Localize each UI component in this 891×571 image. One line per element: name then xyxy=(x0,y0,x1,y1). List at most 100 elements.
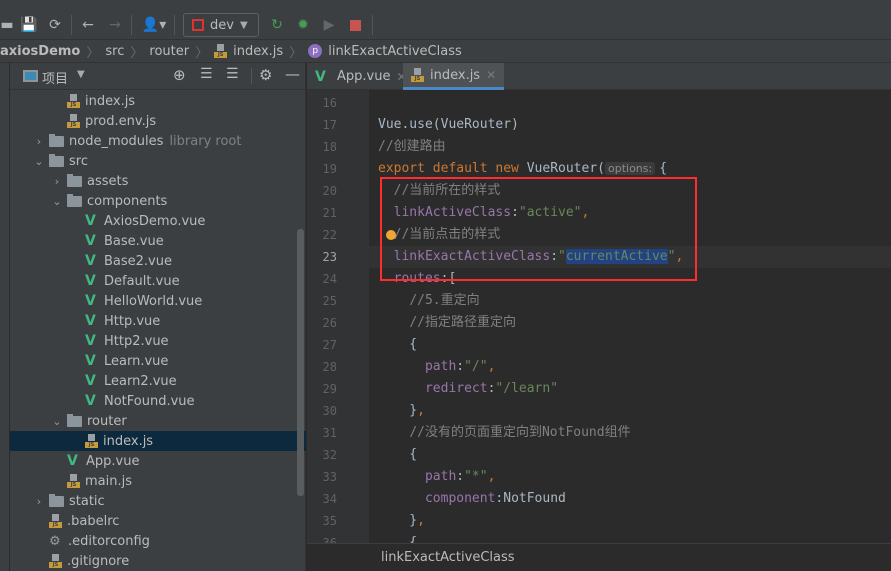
editor-breadcrumb-item[interactable]: linkExactActiveClass xyxy=(381,550,515,565)
chevron-right-icon[interactable]: › xyxy=(32,495,46,508)
property-icon: p xyxy=(308,44,323,58)
chevron-down-icon[interactable]: ⌄ xyxy=(50,195,64,208)
chevron-down-icon[interactable]: ⌄ xyxy=(50,415,64,428)
tree-item-label: HelloWorld.vue xyxy=(104,293,203,309)
tree-item[interactable]: V Base2.vue xyxy=(10,251,306,271)
tree-item[interactable]: main.js xyxy=(10,471,306,491)
js-file-icon xyxy=(214,44,228,58)
line-number: 17 xyxy=(322,118,337,132)
tree-item[interactable]: .babelrc xyxy=(10,511,306,531)
code-token: { xyxy=(378,535,418,543)
coverage-icon[interactable]: ▶ xyxy=(320,15,338,35)
chevron-down-icon[interactable]: ⌄ xyxy=(32,155,46,168)
tree-item[interactable]: index.js xyxy=(10,91,306,111)
code-line: }, xyxy=(378,400,425,422)
folder-icon xyxy=(67,173,82,187)
parameter-hint: options: xyxy=(605,162,656,175)
open-folder-icon[interactable]: ▬ xyxy=(0,15,14,35)
vue-file-icon: V xyxy=(85,373,96,389)
tree-item[interactable]: V Base.vue xyxy=(10,231,306,251)
user-dropdown-icon[interactable]: 👤▾ xyxy=(140,15,168,35)
folder-icon xyxy=(67,193,82,207)
breadcrumb-router[interactable]: router xyxy=(149,44,189,59)
collapse-all-icon[interactable]: ☰ xyxy=(226,66,239,82)
code-token: "*" xyxy=(464,469,488,484)
tree-item[interactable]: .gitignore xyxy=(10,551,306,571)
tree-item-label: main.js xyxy=(85,473,132,489)
chevron-right-icon[interactable]: › xyxy=(32,135,46,148)
sync-icon[interactable]: ⟳ xyxy=(46,15,64,35)
tree-scrollbar[interactable] xyxy=(297,229,304,496)
tree-item[interactable]: prod.env.js xyxy=(10,111,306,131)
locate-icon[interactable]: ⊕ xyxy=(173,66,186,84)
tree-item[interactable]: V Http2.vue xyxy=(10,331,306,351)
code-token: , xyxy=(487,359,496,374)
code-editor[interactable]: Vue.use(VueRouter) //创建路由 export default n… xyxy=(369,90,891,543)
tree-item[interactable]: V Default.vue xyxy=(10,271,306,291)
tree-item[interactable]: ⌄ components xyxy=(10,191,306,211)
code-token: "/" xyxy=(464,359,488,374)
code-token: } xyxy=(378,513,418,528)
code-line: path:"*", xyxy=(378,466,495,488)
tree-item[interactable]: V App.vue xyxy=(10,451,306,471)
tree-item[interactable]: V Http.vue xyxy=(10,311,306,331)
separator xyxy=(131,15,132,35)
tree-item[interactable]: V HelloWorld.vue xyxy=(10,291,306,311)
debug-bug-icon[interactable]: ✹ xyxy=(294,15,312,35)
chevron-down-icon[interactable]: ▼ xyxy=(77,69,85,80)
code-line: }, xyxy=(378,510,425,532)
breadcrumb-property[interactable]: linkExactActiveClass xyxy=(328,44,462,59)
tree-item[interactable]: ⌄ src xyxy=(10,151,306,171)
tool-window-strip[interactable] xyxy=(0,63,10,571)
project-view-label[interactable]: 项目 xyxy=(42,68,68,87)
tree-item[interactable]: › static xyxy=(10,491,306,511)
tree-item-label: .gitignore xyxy=(67,553,130,569)
tree-item[interactable]: ⚙ .editorconfig xyxy=(10,531,306,551)
tree-item[interactable]: V Learn.vue xyxy=(10,351,306,371)
run-config-select[interactable]: dev ▼ xyxy=(183,13,259,37)
save-icon[interactable]: 💾 xyxy=(20,15,38,35)
line-number: 34 xyxy=(322,492,337,506)
tree-item[interactable]: V Learn2.vue xyxy=(10,371,306,391)
code-token: { xyxy=(378,337,418,352)
chevron-right-icon: 〉 xyxy=(195,45,209,61)
breadcrumb-file[interactable]: index.js xyxy=(233,44,283,59)
tree-item-label: .editorconfig xyxy=(68,533,150,549)
tree-item[interactable]: V AxiosDemo.vue xyxy=(10,211,306,231)
vue-file-icon: V xyxy=(85,273,96,289)
tree-item[interactable]: V NotFound.vue xyxy=(10,391,306,411)
back-icon[interactable]: ← xyxy=(78,15,98,35)
code-line: { xyxy=(378,444,417,466)
lightbulb-icon[interactable] xyxy=(386,230,396,240)
line-number: 26 xyxy=(322,316,337,330)
line-number: 31 xyxy=(322,426,337,440)
vue-file-icon: V xyxy=(85,393,96,409)
close-icon[interactable]: ✕ xyxy=(486,68,496,82)
breadcrumb-src[interactable]: src xyxy=(105,44,124,59)
tree-item[interactable]: › node_modules library root xyxy=(10,131,306,151)
chevron-right-icon[interactable]: › xyxy=(50,175,64,188)
tab-index-js[interactable]: index.js ✕ xyxy=(403,63,505,90)
tree-item-label: Learn.vue xyxy=(104,353,169,369)
code-token: //指定路径重定向 xyxy=(409,315,516,330)
code-token: , xyxy=(487,469,496,484)
tree-item[interactable]: ⌄ router xyxy=(10,411,306,431)
tree-item-label: node_modules xyxy=(69,133,164,149)
breadcrumb-project[interactable]: axiosDemo xyxy=(0,44,80,59)
stop-icon[interactable] xyxy=(346,15,364,35)
expand-all-icon[interactable]: ☰ xyxy=(200,66,213,82)
tree-item[interactable]: › assets xyxy=(10,171,306,191)
code-token: path xyxy=(424,359,457,374)
project-panel: 项目 ▼ ⊕ ☰ ☰ ⚙ — index.js prod.env.js › node_… xyxy=(10,63,306,571)
code-line: redirect:"/learn" xyxy=(378,378,558,400)
rerun-icon[interactable]: ↻ xyxy=(268,15,286,35)
js-file-icon xyxy=(85,434,98,448)
tree-item[interactable]: index.js xyxy=(10,431,306,451)
settings-gear-icon[interactable]: ⚙ xyxy=(259,66,272,84)
line-number: 23 xyxy=(322,250,337,264)
forward-icon[interactable]: → xyxy=(105,15,125,35)
minimize-icon[interactable]: — xyxy=(285,65,300,83)
tab-app-vue[interactable]: V App.vue ✕ xyxy=(307,63,415,90)
code-token: "/learn" xyxy=(495,381,559,396)
